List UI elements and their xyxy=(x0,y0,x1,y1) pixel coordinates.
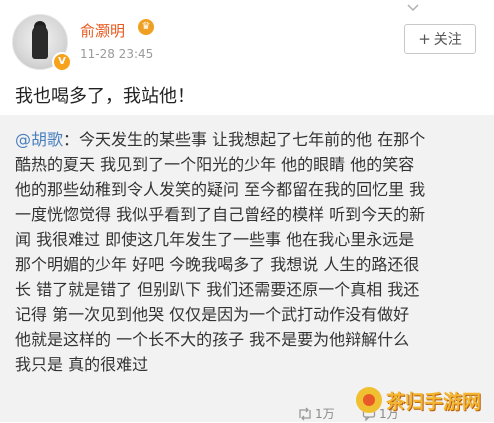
repost-line: 闻 我很难过 即使这几年发生了一些事 他在我心里永远是 xyxy=(15,230,415,249)
repost-count-button[interactable]: 1万 xyxy=(298,405,335,422)
repost-text: @胡歌：今天发生的某些事 让我想起了七年前的他 在那个 酷热的夏天 我见到了一个… xyxy=(15,127,485,377)
watermark-text: 茶归手游网 xyxy=(386,390,482,413)
mention-link[interactable]: @胡歌 xyxy=(15,130,63,149)
author-name[interactable]: 俞灏明 xyxy=(80,20,125,41)
post-timestamp: 11-28 23:45 xyxy=(80,47,154,61)
repost-line: 他的那些幼稚到令人发笑的疑问 至今都留在我的回忆里 我 xyxy=(15,180,426,199)
plus-icon: + xyxy=(418,30,431,48)
site-watermark: 茶归手游网 xyxy=(356,382,490,418)
repost-count: 1万 xyxy=(315,407,335,421)
chevron-down-icon[interactable] xyxy=(407,4,419,12)
follow-label: 关注 xyxy=(433,32,462,48)
repost-line: 他就是这样的 一个长不大的孩子 我不是要为他辩解什么 xyxy=(15,330,410,349)
repost-line: 我只是 真的很难过 xyxy=(15,355,149,374)
avatar[interactable]: V xyxy=(12,14,72,72)
repost-line: 酷热的夏天 我见到了一个阳光的少年 他的眼睛 他的笑容 xyxy=(15,155,415,174)
repost-line: 长 错了就是错了 但别趴下 我们还需要还原一个真相 我还 xyxy=(15,280,420,299)
repost-icon xyxy=(299,407,311,420)
follow-button[interactable]: + 关注 xyxy=(404,24,476,54)
repost-line: 一度恍惚觉得 我似乎看到了自己曾经的模样 听到今天的新 xyxy=(15,205,426,224)
watermark-logo-icon xyxy=(356,387,382,413)
repost-line: @胡歌：今天发生的某些事 让我想起了七年前的他 在那个 xyxy=(15,130,426,149)
verified-badge-icon: V xyxy=(52,52,72,72)
post-header: V 俞灏明 ♛ 11-28 23:45 + 关注 xyxy=(0,0,494,76)
reposted-content[interactable]: @胡歌：今天发生的某些事 让我想起了七年前的他 在那个 酷热的夏天 我见到了一个… xyxy=(0,115,494,422)
repost-line: 那个明媚的少年 好吧 今晚我喝多了 我想说 人生的路还很 xyxy=(15,255,420,274)
vip-icon: ♛ xyxy=(138,19,154,35)
repost-line: 记得 第一次见到他哭 仅仅是因为一个武打动作没有做好 xyxy=(15,305,410,324)
post-text: 我也喝多了，我站他！ xyxy=(15,86,195,107)
